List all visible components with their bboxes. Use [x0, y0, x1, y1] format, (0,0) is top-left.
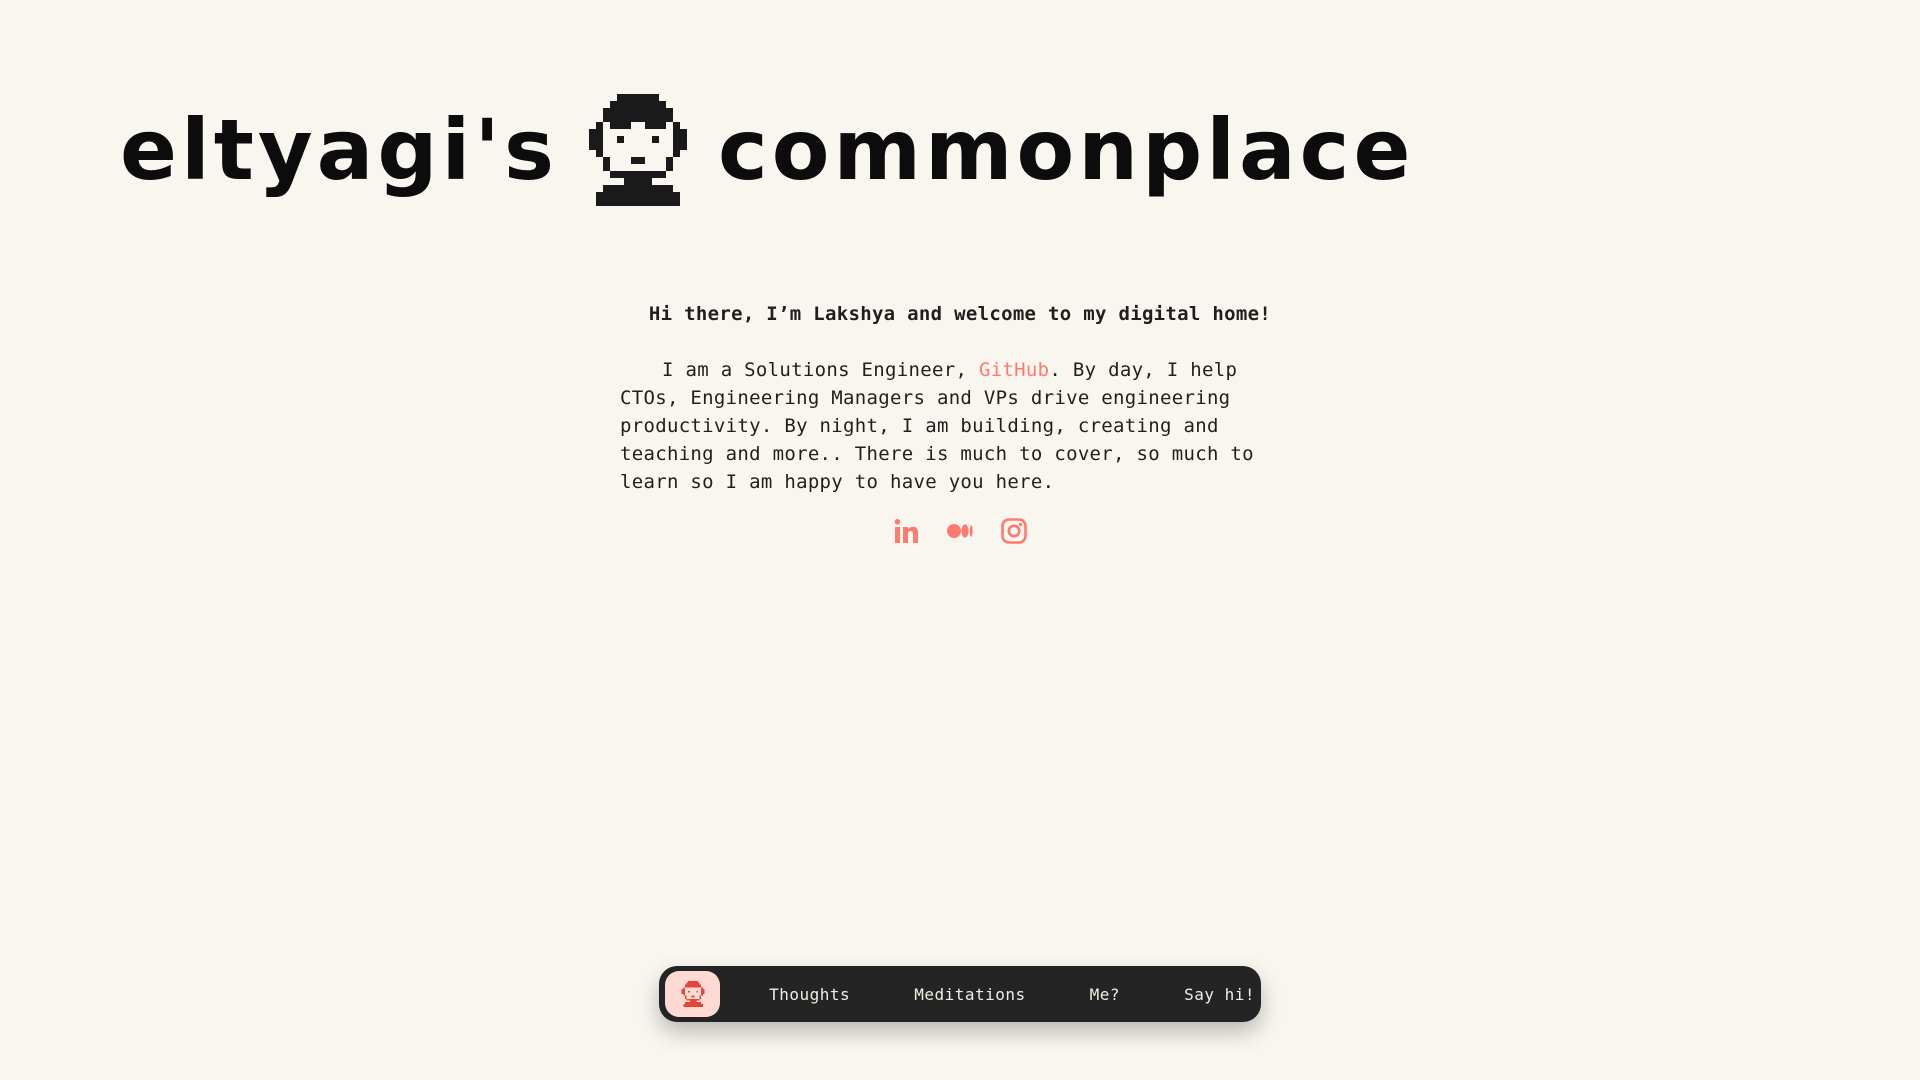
site-title-left: eltyagi's — [120, 101, 558, 199]
nav-home-button[interactable] — [665, 971, 721, 1017]
linkedin-link[interactable] — [891, 516, 921, 546]
intro-section: Hi there, I’m Lakshya and welcome to my … — [620, 300, 1300, 496]
avatar-home-icon — [681, 981, 704, 1007]
nav-item-meditations[interactable]: Meditations — [914, 985, 1025, 1004]
bottom-nav-bar: Thoughts Meditations Me? Say hi! — [659, 966, 1261, 1022]
site-title: eltyagi's commonplace — [120, 80, 1414, 220]
greeting-heading: Hi there, I’m Lakshya and welcome to my … — [648, 303, 1272, 325]
medium-link[interactable] — [945, 516, 975, 546]
bio-text-before: I am a Solutions Engineer, — [662, 359, 979, 381]
site-title-right: commonplace — [718, 101, 1415, 199]
instagram-link[interactable] — [999, 516, 1029, 546]
medium-icon — [947, 524, 973, 538]
nav-item-me[interactable]: Me? — [1090, 985, 1120, 1004]
nav-item-say-hi[interactable]: Say hi! — [1184, 985, 1255, 1004]
nav-item-thoughts[interactable]: Thoughts — [769, 985, 850, 1004]
pixel-avatar-icon — [582, 94, 694, 206]
social-links — [880, 516, 1040, 546]
github-link[interactable]: GitHub — [979, 359, 1049, 381]
instagram-icon — [1001, 518, 1027, 544]
linkedin-icon — [894, 519, 918, 543]
bio-paragraph: I am a Solutions Engineer, GitHub. By da… — [620, 356, 1300, 496]
